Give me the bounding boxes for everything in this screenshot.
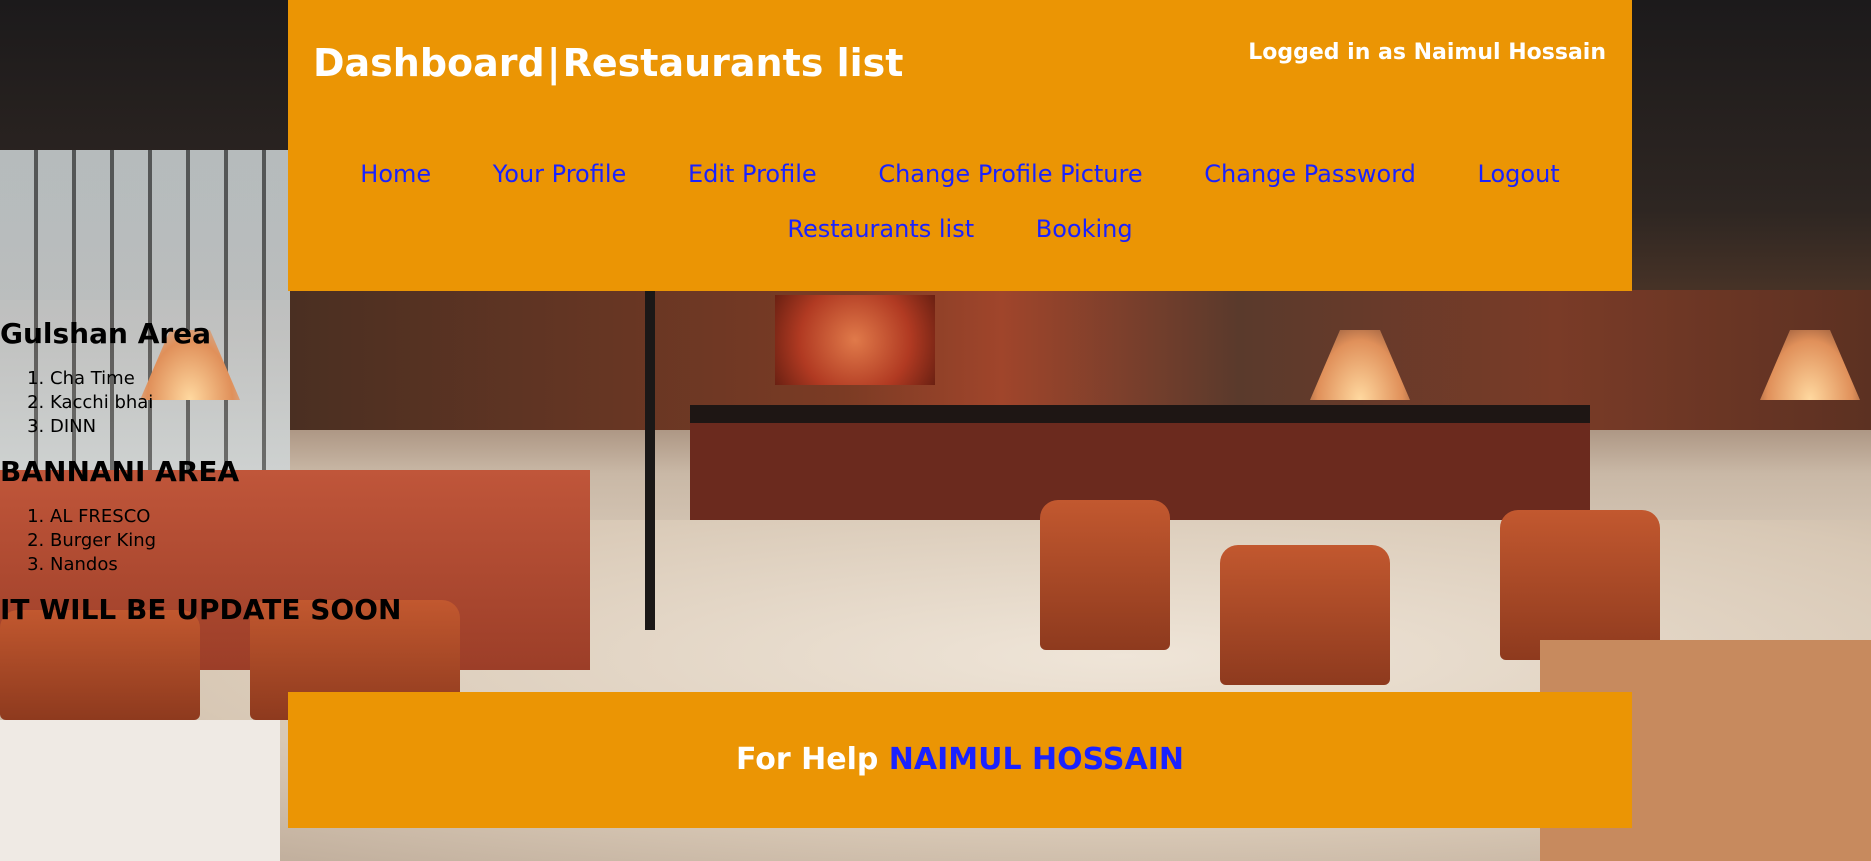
list-item: Cha Time bbox=[50, 367, 401, 391]
nav-change-profile-picture-link[interactable]: Change Profile Picture bbox=[878, 147, 1142, 202]
restaurant-list-gulshan: Cha Time Kacchi bhai DINN bbox=[0, 367, 401, 439]
nav-booking-link[interactable]: Booking bbox=[1036, 202, 1133, 257]
nav-change-password-link[interactable]: Change Password bbox=[1204, 147, 1416, 202]
list-item: Burger King bbox=[50, 529, 401, 553]
nav-home-link[interactable]: Home bbox=[360, 147, 431, 202]
footer-help-name[interactable]: NAIMUL HOSSAIN bbox=[889, 742, 1184, 777]
main-nav: Home Your Profile Edit Profile Change Pr… bbox=[288, 147, 1632, 257]
header-panel: Dashboard|Restaurants list Logged in as … bbox=[288, 0, 1632, 291]
area-heading-bannani: BANNANI AREA bbox=[0, 455, 240, 488]
restaurant-list-content: Gulshan Area Cha Time Kacchi bhai DINN B… bbox=[0, 315, 401, 629]
update-notice: IT WILL BE UPDATE SOON bbox=[0, 593, 402, 626]
restaurant-list-bannani: AL FRESCO Burger King Nandos bbox=[0, 505, 401, 577]
page-title: Dashboard|Restaurants list bbox=[313, 41, 903, 85]
list-item: DINN bbox=[50, 415, 401, 439]
logged-in-user: Logged in as Naimul Hossain bbox=[1248, 40, 1606, 65]
page-title-dashboard: Dashboard bbox=[313, 41, 545, 85]
list-item: AL FRESCO bbox=[50, 505, 401, 529]
footer-panel: For Help NAIMUL HOSSAIN bbox=[288, 692, 1632, 828]
page-title-separator: | bbox=[546, 41, 561, 85]
footer-help-label: For Help bbox=[735, 742, 879, 777]
list-item: Kacchi bhai bbox=[50, 391, 401, 415]
nav-logout-link[interactable]: Logout bbox=[1478, 147, 1560, 202]
nav-row-1: Home Your Profile Edit Profile Change Pr… bbox=[288, 147, 1632, 202]
area-heading-gulshan: Gulshan Area bbox=[0, 317, 212, 350]
nav-row-2: Restaurants list Booking bbox=[288, 202, 1632, 257]
nav-restaurants-list-link[interactable]: Restaurants list bbox=[787, 202, 974, 257]
nav-edit-profile-link[interactable]: Edit Profile bbox=[688, 147, 817, 202]
list-item: Nandos bbox=[50, 553, 401, 577]
page-title-restaurants: Restaurants list bbox=[562, 41, 904, 85]
nav-your-profile-link[interactable]: Your Profile bbox=[493, 147, 627, 202]
